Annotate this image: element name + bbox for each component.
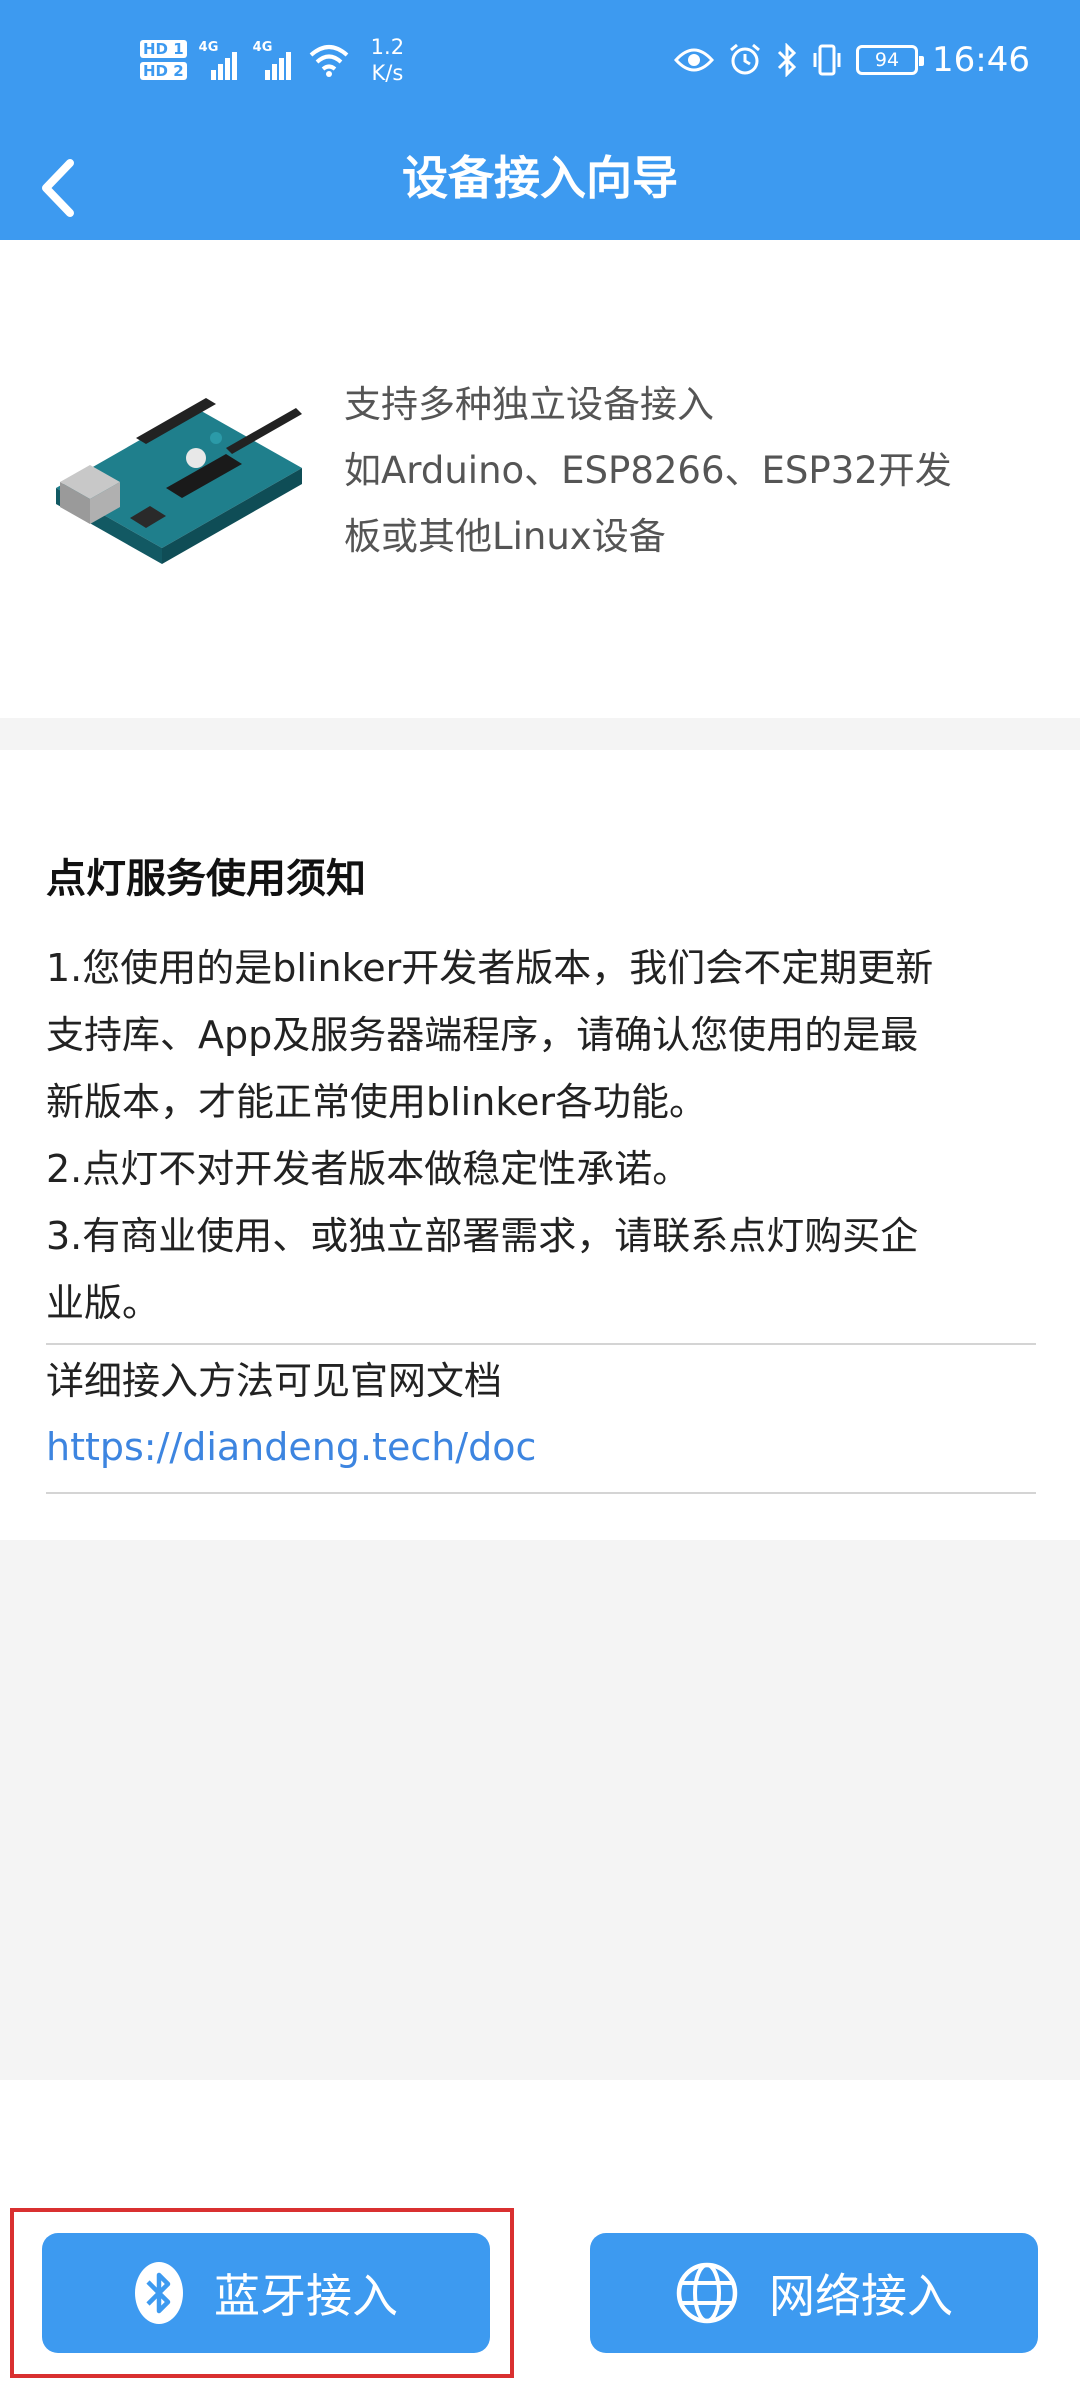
notice-line-2: 支持库、App及服务器端程序，请确认您使用的是最 bbox=[46, 1013, 919, 1057]
doc-link[interactable]: https://diandeng.tech/doc bbox=[46, 1414, 536, 1480]
vibrate-icon bbox=[813, 44, 841, 76]
status-bar: HD 1 HD 2 4G 4G 1.2 K/s 94 16:46 bbox=[0, 0, 1080, 130]
intro-line-2: 如Arduino、ESP8266、ESP32开发 bbox=[344, 449, 952, 492]
eye-icon bbox=[674, 48, 715, 72]
divider-bottom bbox=[46, 1492, 1036, 1494]
signal-icon: 4G bbox=[198, 40, 241, 80]
battery-icon: 94 bbox=[856, 45, 925, 75]
back-button[interactable] bbox=[18, 148, 98, 228]
notice-line-1: 1.您使用的是blinker开发者版本，我们会不定期更新 bbox=[46, 946, 934, 990]
notice-line-6: 业版。 bbox=[46, 1281, 161, 1325]
network-connect-button[interactable]: 网络接入 bbox=[590, 2233, 1038, 2353]
page-title: 设备接入向导 bbox=[402, 151, 678, 205]
network-type-2: 4G bbox=[252, 40, 273, 55]
notice-card: 点灯服务使用须知 1.您使用的是blinker开发者版本，我们会不定期更新 支持… bbox=[0, 750, 1080, 1540]
nav-bar: 设备接入向导 bbox=[0, 130, 1080, 240]
doc-hint: 详细接入方法可见官网文档 bbox=[46, 1359, 503, 1403]
signal-icon-2: 4G bbox=[252, 40, 295, 80]
network-speed: 1.2 K/s bbox=[371, 34, 404, 86]
notice-line-5: 3.有商业使用、或独立部署需求，请联系点灯购买企 bbox=[46, 1214, 919, 1258]
bluetooth-connect-label: 蓝牙接入 bbox=[214, 2269, 398, 2323]
clock: 16:46 bbox=[932, 40, 1030, 80]
bluetooth-connect-button[interactable]: 蓝牙接入 bbox=[42, 2233, 490, 2353]
status-left: HD 1 HD 2 4G 4G 1.2 K/s bbox=[140, 34, 404, 86]
bluetooth-icon bbox=[777, 43, 797, 77]
notice-line-3: 新版本，才能正常使用blinker各功能。 bbox=[46, 1080, 707, 1124]
intro-line-1: 支持多种独立设备接入 bbox=[344, 383, 714, 426]
arduino-board-image bbox=[56, 398, 302, 564]
chevron-left-icon bbox=[42, 159, 74, 217]
network-type-1: 4G bbox=[198, 40, 219, 55]
sim2-badge: HD 2 bbox=[140, 62, 187, 80]
sim1-badge: HD 1 bbox=[140, 40, 187, 58]
intro-text: 支持多种独立设备接入 如Arduino、ESP8266、ESP32开发 板或其他… bbox=[344, 372, 1034, 570]
status-right: 94 16:46 bbox=[674, 40, 1030, 80]
notice-title: 点灯服务使用须知 bbox=[46, 856, 366, 902]
wifi-icon bbox=[309, 45, 348, 77]
network-connect-label: 网络接入 bbox=[769, 2269, 953, 2323]
speed-value: 1.2 bbox=[370, 35, 405, 59]
notice-body: 1.您使用的是blinker开发者版本，我们会不定期更新 支持库、App及服务器… bbox=[46, 935, 1036, 1337]
battery-level: 94 bbox=[874, 49, 900, 71]
alarm-icon bbox=[730, 43, 760, 75]
intro-line-3: 板或其他Linux设备 bbox=[344, 515, 666, 558]
bluetooth-icon bbox=[135, 2262, 183, 2324]
intro-card: 支持多种独立设备接入 如Arduino、ESP8266、ESP32开发 板或其他… bbox=[0, 240, 1080, 718]
notice-line-4: 2.点灯不对开发者版本做稳定性承诺。 bbox=[46, 1147, 691, 1191]
speed-unit: K/s bbox=[371, 61, 404, 85]
divider-top bbox=[46, 1343, 1036, 1345]
sim-indicators: HD 1 HD 2 bbox=[140, 40, 187, 80]
globe-icon bbox=[676, 2262, 738, 2324]
